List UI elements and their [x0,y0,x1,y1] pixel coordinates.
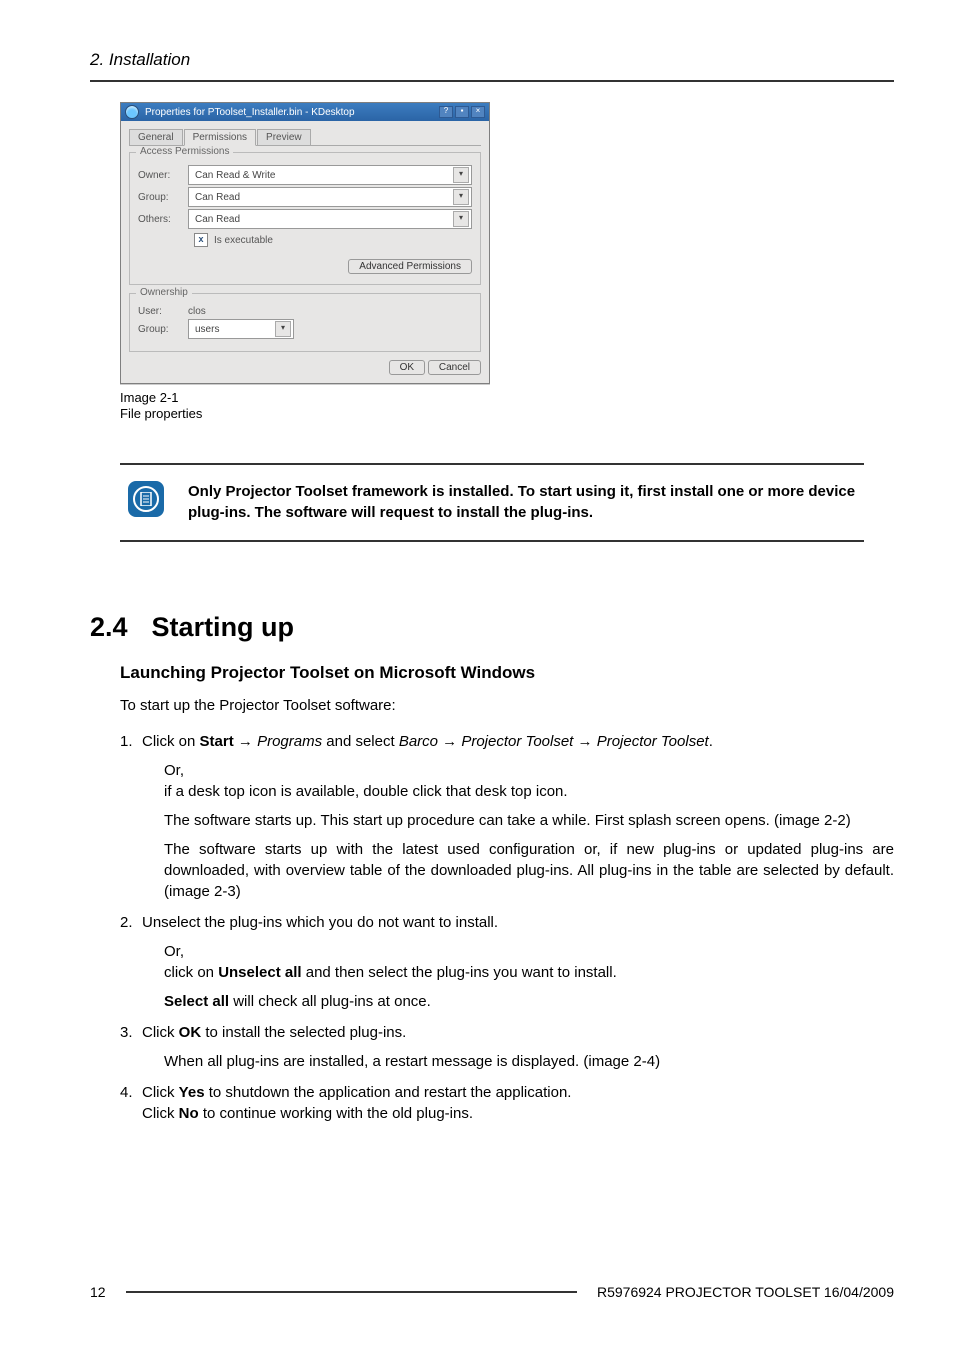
section-number: 2.4 [90,612,128,642]
page-number: 12 [90,1284,106,1300]
text: The software starts up. This start up pr… [164,810,894,831]
properties-dialog: Properties for PToolset_Installer.bin - … [120,102,490,384]
figure-number: Image 2-1 [120,390,894,406]
footer-rule [126,1291,577,1293]
minimize-button[interactable]: ? [439,106,453,118]
text: → [573,733,596,750]
advanced-permissions-button[interactable]: Advanced Permissions [348,259,472,274]
grouprow-label: Group: [138,324,188,335]
text: Barco [399,733,438,750]
maximize-button[interactable]: ▪ [455,106,469,118]
text: Projector Toolset [461,733,573,750]
intro-paragraph: To start up the Projector Toolset softwa… [120,695,894,716]
owner-label: Owner: [138,170,188,181]
text: click on [164,964,218,981]
text: Projector Toolset [597,733,709,750]
text: Select all [164,993,229,1010]
owner-permission-value: Can Read & Write [195,170,275,181]
text: Click [142,1084,179,1101]
text: Select all will check all plug-ins at on… [164,991,894,1012]
text: will check all plug-ins at once. [229,993,431,1010]
note-text: Only Projector Toolset framework is inst… [188,481,856,525]
group-permission-select[interactable]: Can Read ▾ [188,187,472,207]
chevron-down-icon: ▾ [453,211,469,227]
text: to shutdown the application and restart … [205,1084,572,1101]
text: . [709,733,713,750]
executable-label: Is executable [214,235,273,246]
document-icon [128,481,164,517]
step-3: Click OK to install the selected plug-in… [120,1022,894,1072]
section-heading: 2.4 Starting up [90,612,894,643]
text: → [234,733,257,750]
text: OK [179,1024,202,1041]
others-permission-value: Can Read [195,214,240,225]
tab-general[interactable]: General [129,129,183,146]
titlebar: Properties for PToolset_Installer.bin - … [121,103,489,121]
header-rule [90,80,894,82]
steps-list: Click on Start → Programs and select Bar… [120,731,894,1124]
text: No [179,1105,199,1122]
text: → [438,733,461,750]
owner-permission-select[interactable]: Can Read & Write ▾ [188,165,472,185]
window-title: Properties for PToolset_Installer.bin - … [145,107,439,118]
others-label: Others: [138,214,188,225]
footer-text: R5976924 PROJECTOR TOOLSET 16/04/2009 [597,1284,894,1300]
text: Click on [142,733,200,750]
chapter-header: 2. Installation [90,50,894,70]
section-title: Starting up [152,612,295,642]
step-4: Click Yes to shutdown the application an… [120,1082,894,1124]
step-1: Click on Start → Programs and select Bar… [120,731,894,902]
note-box: Only Projector Toolset framework is inst… [120,463,864,543]
ownership-group: Ownership User: clos Group: users ▾ [129,293,481,352]
text: Start [200,733,234,750]
text: The software starts up with the latest u… [164,839,894,902]
text: When all plug-ins are installed, a resta… [164,1051,894,1072]
figure-title: File properties [120,406,894,422]
ok-button[interactable]: OK [389,360,425,375]
access-permissions-group: Access Permissions Owner: Can Read & Wri… [129,152,481,285]
text: and then select the plug-ins you want to… [302,964,617,981]
text: to continue working with the old plug-in… [199,1105,473,1122]
text: click on Unselect all and then select th… [164,962,894,983]
text: Programs [257,733,322,750]
group-label: Group: [138,192,188,203]
text: Click [142,1105,179,1122]
text: Click [142,1024,179,1041]
user-label: User: [138,306,188,317]
text: Unselect the plug-ins which you do not w… [142,914,498,931]
others-permission-select[interactable]: Can Read ▾ [188,209,472,229]
app-icon [125,105,139,119]
text: Or, [164,760,894,781]
ownership-legend: Ownership [136,287,192,298]
tab-preview[interactable]: Preview [257,129,311,146]
chevron-down-icon: ▾ [453,189,469,205]
text: Or, [164,941,894,962]
ownership-group-value: users [195,324,219,335]
text: Yes [179,1084,205,1101]
subsection-heading: Launching Projector Toolset on Microsoft… [120,663,894,683]
ownership-group-select[interactable]: users ▾ [188,319,294,339]
tab-permissions[interactable]: Permissions [184,129,256,146]
text: and select [322,733,399,750]
close-button[interactable]: × [471,106,485,118]
group-permission-value: Can Read [195,192,240,203]
figure-2-1: Properties for PToolset_Installer.bin - … [120,102,894,423]
access-legend: Access Permissions [136,146,233,157]
text: Unselect all [218,964,301,981]
user-value: clos [188,306,206,317]
text: to install the selected plug-ins. [201,1024,406,1041]
text: if a desk top icon is available, double … [164,781,894,802]
page-footer: 12 R5976924 PROJECTOR TOOLSET 16/04/2009 [90,1284,894,1300]
cancel-button[interactable]: Cancel [428,360,481,375]
chevron-down-icon: ▾ [453,167,469,183]
executable-checkbox[interactable]: x [194,233,208,247]
chevron-down-icon: ▾ [275,321,291,337]
step-2: Unselect the plug-ins which you do not w… [120,912,894,1012]
